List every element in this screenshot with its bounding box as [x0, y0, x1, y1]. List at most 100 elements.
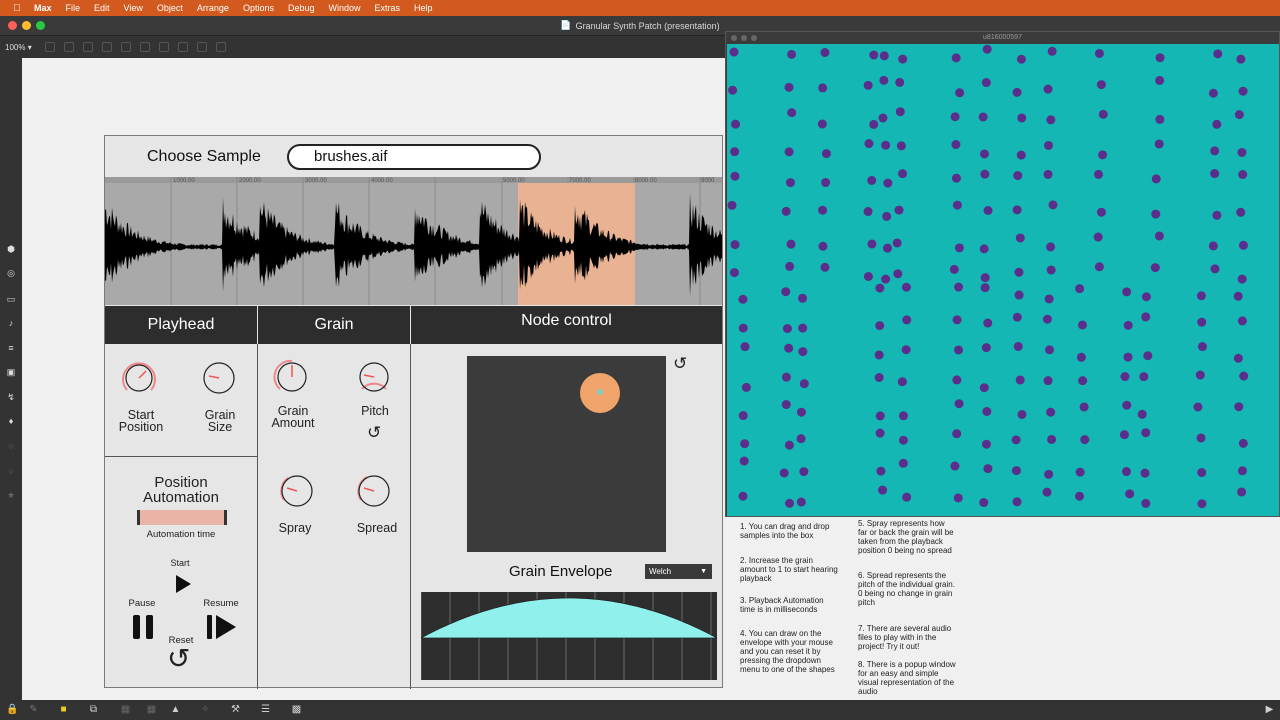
keyboard-icon[interactable]: ▩ [291, 705, 302, 715]
new-message-icon[interactable] [64, 42, 74, 52]
zoom-value: 100% [5, 42, 26, 52]
edit-icon[interactable]: ✎ [28, 705, 39, 715]
zoom-window-button[interactable] [36, 21, 45, 30]
visual-dot [955, 88, 965, 98]
wrench-icon[interactable]: ⚒ [230, 705, 241, 715]
minimize-window-button[interactable] [22, 21, 31, 30]
button-icon[interactable] [121, 42, 131, 52]
node-reset-icon[interactable]: ↺ [673, 354, 687, 374]
popup-close-button[interactable] [731, 35, 737, 41]
envelope-shape-dropdown[interactable]: Welch ▼ [645, 564, 712, 579]
add-icon[interactable] [197, 42, 207, 52]
hierarchy-icon[interactable]: ▲ [170, 705, 181, 715]
visual-dot [730, 240, 740, 250]
snap-icon[interactable]: ▦ [146, 705, 157, 715]
waveform-display[interactable]: 1000.00 2000.00 3000.00 4000.00 5000.00 7000.… [105, 177, 722, 305]
spread-knob[interactable] [355, 472, 393, 510]
debug-icon[interactable]: ✧ [200, 705, 211, 715]
visual-popup-window[interactable]: u816000597 [725, 31, 1280, 517]
history-icon[interactable]: ○ [6, 466, 16, 476]
globe-icon[interactable]: ○ [6, 441, 16, 451]
pitch-knob[interactable] [355, 358, 393, 396]
visual-dot [954, 243, 964, 253]
menu-arrange[interactable]: Arrange [197, 3, 229, 13]
visual-dot [952, 200, 962, 210]
visual-dot [729, 268, 739, 278]
patcher-icon[interactable]: ≡ [6, 343, 16, 353]
spray-knob[interactable] [278, 472, 316, 510]
popup-minimize-button[interactable] [741, 35, 747, 41]
close-window-button[interactable] [8, 21, 17, 30]
visual-dot [784, 82, 794, 92]
menu-max[interactable]: Max [34, 3, 52, 13]
star-icon[interactable]: ★ [6, 490, 16, 500]
menu-extras[interactable]: Extras [375, 3, 401, 13]
menu-view[interactable]: View [124, 3, 143, 13]
apple-icon[interactable]:  [0, 3, 34, 14]
visual-dot [1239, 371, 1249, 381]
dial-icon[interactable] [178, 42, 188, 52]
number-icon[interactable] [140, 42, 150, 52]
visual-dot [738, 323, 748, 333]
visual-dot [1196, 433, 1206, 443]
bars-icon[interactable]: ☰ [260, 705, 271, 715]
automation-time-slider[interactable] [137, 510, 227, 525]
pause-button[interactable] [132, 613, 156, 641]
pitch-reset-icon[interactable]: ↺ [367, 423, 381, 443]
visual-dot [1094, 48, 1104, 58]
visual-dot [1212, 119, 1222, 129]
visual-dot [950, 112, 960, 122]
window-title: Granular Synth Patch (presentation) [575, 20, 720, 31]
visual-dot [951, 53, 961, 63]
start-position-knob[interactable] [120, 359, 158, 397]
node-dot[interactable] [580, 373, 620, 413]
visual-dot [738, 294, 748, 304]
windows-icon[interactable]: ⧉ [88, 705, 99, 715]
grain-envelope-editor[interactable] [421, 592, 717, 680]
visual-dot [1155, 114, 1165, 124]
visual-dot [896, 141, 906, 151]
play-circle-icon[interactable]: ▶ [1264, 705, 1275, 715]
package-icon[interactable]: ⬢ [6, 244, 16, 254]
zoom-select[interactable]: 100% ▾ [5, 43, 45, 52]
lock-object-icon[interactable] [216, 42, 226, 52]
sample-file-box[interactable]: brushes.aif [287, 144, 541, 170]
visual-dot [1237, 466, 1247, 476]
menu-object[interactable]: Object [157, 3, 183, 13]
puzzle-icon[interactable]: ♦ [6, 416, 16, 426]
visual-dot [1017, 113, 1027, 123]
popup-zoom-button[interactable] [751, 35, 757, 41]
menu-edit[interactable]: Edit [94, 3, 110, 13]
paperclip-icon[interactable]: ↯ [6, 392, 16, 402]
visual-dot [1121, 467, 1131, 477]
menu-window[interactable]: Window [329, 3, 361, 13]
image-icon[interactable]: ▣ [6, 367, 16, 377]
menu-help[interactable]: Help [414, 3, 433, 13]
presentation-icon[interactable]: ■ [58, 705, 69, 715]
popup-title: u816000597 [983, 34, 1022, 41]
menu-debug[interactable]: Debug [288, 3, 315, 13]
start-button[interactable] [174, 573, 192, 595]
node-dot-center [597, 389, 603, 395]
slider-icon[interactable] [159, 42, 169, 52]
visual-dot [979, 244, 989, 254]
target-icon[interactable]: ◎ [6, 268, 16, 278]
reset-icon[interactable]: ↺ [167, 644, 190, 674]
waveform-svg: 1000.00 2000.00 3000.00 4000.00 5000.00 7000.… [105, 177, 722, 305]
comment-icon[interactable] [83, 42, 93, 52]
new-object-icon[interactable] [45, 42, 55, 52]
visual-dot [1237, 487, 1247, 497]
grain-size-knob[interactable] [200, 359, 238, 397]
grain-amount-knob[interactable] [273, 358, 311, 396]
visual-dot [821, 178, 831, 188]
menu-options[interactable]: Options [243, 3, 274, 13]
display-icon[interactable]: ▭ [6, 294, 16, 304]
node-control-box[interactable] [467, 356, 666, 552]
toggle-icon[interactable] [102, 42, 112, 52]
visual-dot [892, 238, 902, 248]
lock-icon[interactable]: 🔒 [6, 705, 18, 715]
music-note-icon[interactable]: ♪ [6, 318, 16, 328]
menu-file[interactable]: File [66, 3, 81, 13]
resume-button[interactable] [206, 613, 238, 641]
grid-icon[interactable]: ▦ [120, 705, 131, 715]
